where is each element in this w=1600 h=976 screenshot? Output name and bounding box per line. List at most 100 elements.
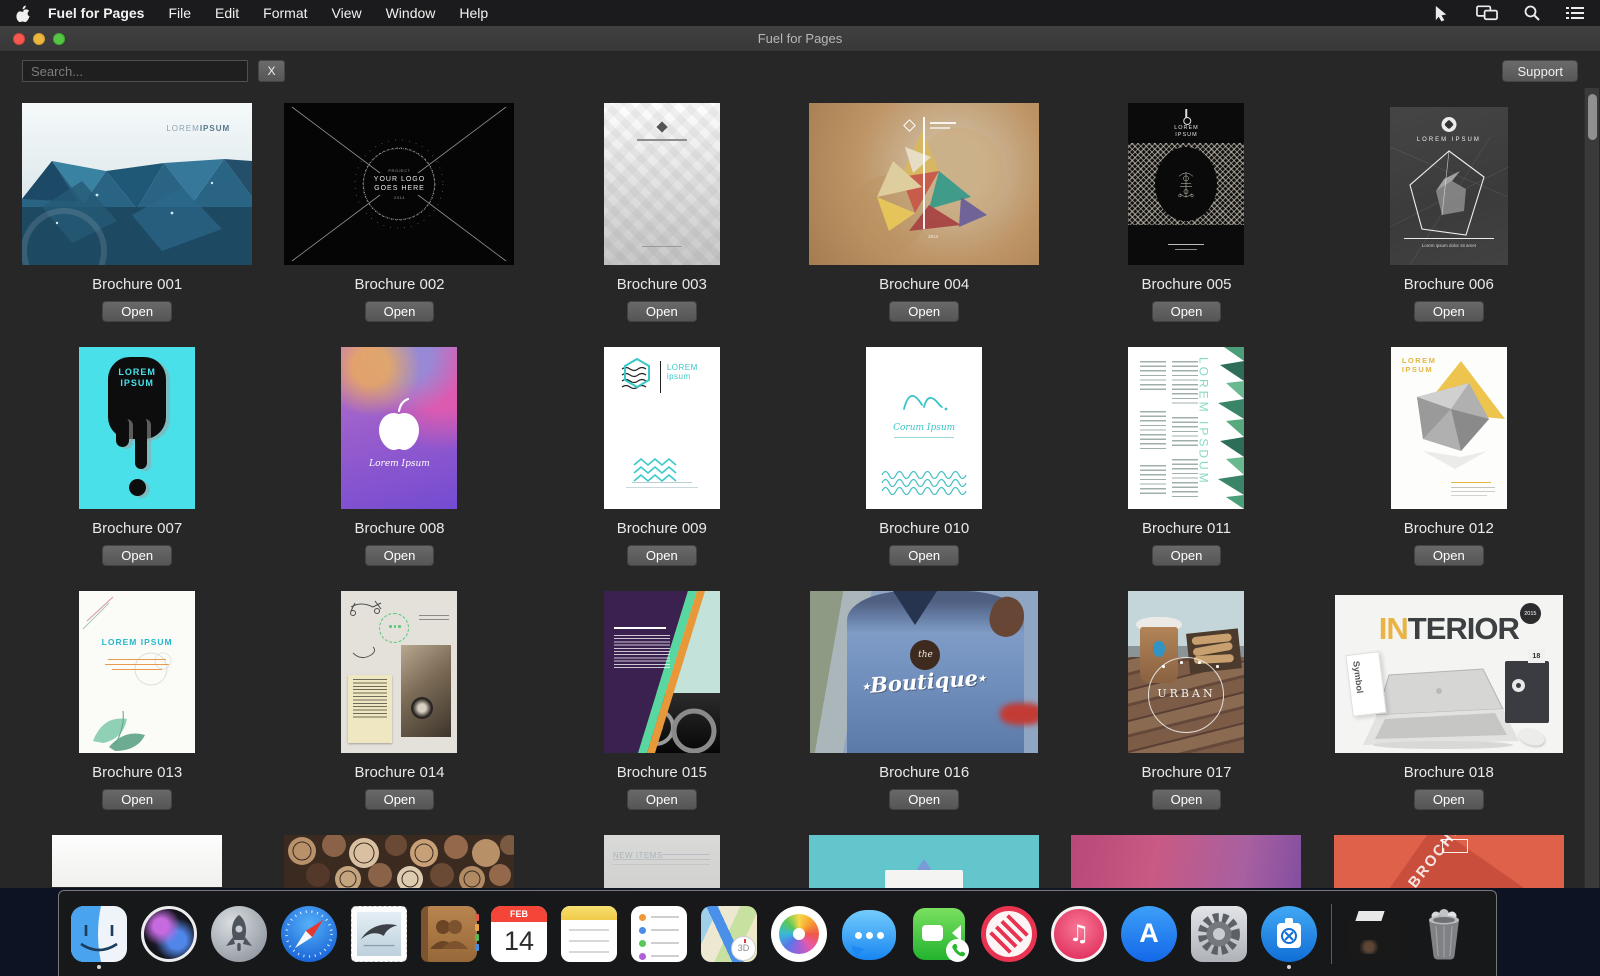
brochure-title: Brochure 015 <box>616 764 707 781</box>
dock-facetime-icon[interactable] <box>911 897 969 971</box>
dock-calendar-icon[interactable]: FEB 14 <box>491 897 547 971</box>
dock-finder-icon[interactable] <box>71 897 127 971</box>
dock-appstore-icon[interactable]: A <box>1121 897 1177 971</box>
open-button[interactable]: Open <box>1413 301 1484 322</box>
dock-music-icon[interactable]: ♫ <box>1051 897 1107 971</box>
clear-search-button[interactable]: X <box>258 60 285 82</box>
brochure-thumbnail[interactable] <box>531 591 793 753</box>
open-button[interactable]: Open <box>889 789 960 810</box>
thumb-text: LOREMIPSUM <box>1174 125 1199 138</box>
dock-contacts-icon[interactable] <box>421 897 479 971</box>
brochure-title: Brochure 002 <box>354 276 445 293</box>
dock-notes-icon[interactable] <box>561 897 617 971</box>
thumb-text: LOREM IPSUM <box>101 637 173 647</box>
minimize-button[interactable] <box>33 33 45 45</box>
brochure-thumbnail[interactable]: the ★Boutique★ <box>793 591 1055 753</box>
displays-icon[interactable] <box>1476 4 1498 22</box>
brochure-thumbnail[interactable] <box>268 835 530 888</box>
brochure-thumbnail[interactable]: Corum Ipsum <box>793 347 1055 509</box>
dock-fuel-icon[interactable] <box>1261 897 1317 971</box>
brochure-title: Brochure 012 <box>1403 520 1494 537</box>
dock-safari-icon[interactable] <box>281 897 337 971</box>
dock-docstack-icon[interactable] <box>1346 897 1402 971</box>
brochure-thumbnail[interactable]: INTERIOR 2015 Symbol 18 <box>1318 591 1580 753</box>
open-button[interactable]: Open <box>626 301 697 322</box>
close-button[interactable] <box>13 33 25 45</box>
calendar-day: 14 <box>503 925 535 956</box>
search-icon[interactable] <box>1524 5 1540 21</box>
dock-sysprefs-icon[interactable] <box>1191 897 1247 971</box>
open-button[interactable]: Open <box>364 301 435 322</box>
brochure-thumbnail[interactable]: LOREMIPSUM <box>1318 347 1580 509</box>
open-button[interactable]: Open <box>364 545 435 566</box>
brochure-cell: LOREM IPSUM Brochure 012 Open <box>1318 347 1580 591</box>
brochure-thumbnail[interactable]: LOREMIPSUM <box>6 103 268 265</box>
dock-mail-icon[interactable] <box>351 897 407 971</box>
menu-item-file[interactable]: File <box>168 5 191 21</box>
menu-item-help[interactable]: Help <box>459 5 488 21</box>
brochure-thumbnail[interactable] <box>6 835 268 888</box>
menu-item-view[interactable]: View <box>332 5 362 21</box>
brochure-title: Brochure 009 <box>616 520 707 537</box>
menu-item-edit[interactable]: Edit <box>215 5 239 21</box>
brochure-thumbnail[interactable] <box>531 103 793 265</box>
brochure-thumbnail[interactable]: LOREM IPSDUM <box>1055 347 1317 509</box>
zoom-button[interactable] <box>53 33 65 45</box>
open-button[interactable]: Open <box>889 545 960 566</box>
open-button[interactable]: Open <box>889 301 960 322</box>
search-input[interactable] <box>22 60 248 82</box>
scrollbar-track[interactable] <box>1584 88 1599 888</box>
menu-item-window[interactable]: Window <box>386 5 436 21</box>
title-bar[interactable]: Fuel for Pages <box>0 26 1600 52</box>
open-button[interactable]: Open <box>626 545 697 566</box>
scrollbar-thumb[interactable] <box>1588 94 1597 140</box>
brochure-thumbnail[interactable]: LOREM ipsum <box>531 347 793 509</box>
open-button[interactable]: Open <box>1151 301 1222 322</box>
open-button[interactable]: Open <box>102 789 173 810</box>
brochure-thumbnail[interactable] <box>793 835 1055 888</box>
brochure-thumbnail[interactable]: PROJECT YOUR LOGO GOES HERE 2014 <box>268 103 530 265</box>
dock-photos-icon[interactable] <box>771 897 827 971</box>
brochure-thumbnail[interactable]: NEW ITEMS <box>531 835 793 888</box>
calendar-month: FEB <box>491 905 547 922</box>
brochure-thumbnail[interactable]: URBAN <box>1055 591 1317 753</box>
apple-menu-icon[interactable] <box>16 5 30 22</box>
dock-reminders-icon[interactable] <box>631 897 687 971</box>
open-button[interactable]: Open <box>102 301 173 322</box>
dock-trash-icon[interactable] <box>1416 897 1472 971</box>
dock-siri-icon[interactable] <box>141 897 197 971</box>
pointer-icon[interactable] <box>1433 5 1450 22</box>
menu-app-name[interactable]: Fuel for Pages <box>48 5 144 21</box>
open-button[interactable]: Open <box>1151 789 1222 810</box>
brochure-cell: NEW ITEMS <box>531 835 793 888</box>
toolbar: X Support <box>0 52 1600 90</box>
brochure-title: Brochure 003 <box>616 276 707 293</box>
dock-messages-icon[interactable] <box>841 897 897 971</box>
brochure-thumbnail[interactable] <box>268 591 530 753</box>
brochure-thumbnail[interactable]: LOREMIPSUM <box>1055 103 1317 265</box>
dock-launchpad-icon[interactable] <box>211 897 267 971</box>
open-button[interactable]: Open <box>1413 545 1484 566</box>
open-button[interactable]: Open <box>102 545 173 566</box>
brochure-thumbnail[interactable]: LOREMIPSUM <box>6 347 268 509</box>
dock-news-icon[interactable] <box>981 897 1037 971</box>
brochure-thumbnail[interactable]: Lorem Ipsum <box>268 347 530 509</box>
list-icon[interactable] <box>1566 6 1584 20</box>
brochure-title: Brochure 001 <box>92 276 183 293</box>
brochure-title: Brochure 016 <box>879 764 970 781</box>
open-button[interactable]: Open <box>364 789 435 810</box>
dock-maps-icon[interactable]: 3D <box>701 897 757 971</box>
brochure-title: Brochure 007 <box>92 520 183 537</box>
brochure-cell <box>268 835 530 888</box>
brochure-thumbnail[interactable]: LOREM IPSUM <box>6 591 268 753</box>
brochure-thumbnail[interactable] <box>1055 835 1317 888</box>
brochure-thumbnail[interactable]: LOREM IPSUM Lorem ipsum dolor sit amet <box>1318 103 1580 265</box>
brochure-title: Brochure 010 <box>879 520 970 537</box>
brochure-thumbnail[interactable]: BROCHURE <box>1318 835 1580 888</box>
open-button[interactable]: Open <box>1413 789 1484 810</box>
open-button[interactable]: Open <box>1151 545 1222 566</box>
open-button[interactable]: Open <box>626 789 697 810</box>
menu-item-format[interactable]: Format <box>263 5 307 21</box>
brochure-thumbnail[interactable]: 2014 <box>793 103 1055 265</box>
support-button[interactable]: Support <box>1502 60 1578 82</box>
